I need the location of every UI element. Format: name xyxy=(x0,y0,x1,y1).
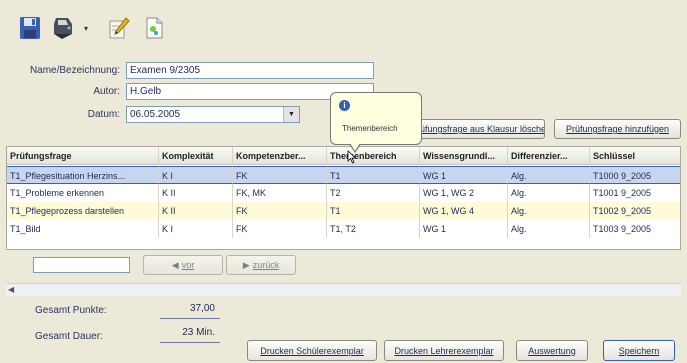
divider xyxy=(160,342,220,343)
evaluation-button[interactable]: Auswertung xyxy=(516,340,588,361)
divider xyxy=(160,318,220,319)
tooltip-text: Themenbereich xyxy=(342,124,398,133)
table-cell: FK, MK xyxy=(233,184,327,202)
table-cell: T1_Pflegesituation Herzins... xyxy=(7,166,159,184)
table-row[interactable]: T1_Bild K I FK T1, T2 WG 1 Alg. T1003 9_… xyxy=(7,220,680,238)
table-cell: Alg. xyxy=(508,166,590,184)
remove-question-button[interactable]: Prüfungsfrage aus Klausur löschen xyxy=(417,119,545,139)
table-cell: T1 xyxy=(327,166,420,184)
table-cell: WG 1, WG 4 xyxy=(420,202,508,220)
edit-icon xyxy=(109,17,130,39)
table-cell: T1, T2 xyxy=(327,220,420,238)
table-row[interactable]: T1_Pflegesituation Herzins... K I FK T1 … xyxy=(7,166,680,184)
name-field[interactable]: Examen 9/2305 xyxy=(126,62,374,79)
table-cell: K I xyxy=(159,166,233,184)
back-button[interactable]: ▶ zurück xyxy=(226,255,296,275)
table-cell: Alg. xyxy=(508,220,590,238)
table-cell: T1 xyxy=(327,202,420,220)
date-picker[interactable]: 06.05.2005 ▼ xyxy=(126,106,300,123)
column-header[interactable]: Prüfungsfrage xyxy=(7,147,159,165)
total-points-label: Gesamt Punkte: xyxy=(35,305,107,316)
table-row[interactable]: T1_Pflegeprozess darstellen K II FK T1 W… xyxy=(7,202,680,220)
total-duration-value: 23 Min. xyxy=(182,327,215,338)
table-cell: WG 1 xyxy=(420,220,508,238)
table-cell: K I xyxy=(159,220,233,238)
column-header[interactable]: Themenbereich xyxy=(327,147,420,165)
table-cell: T1000 9_2005 xyxy=(590,166,680,184)
table-cell: T1_Probleme erkennen xyxy=(7,184,159,202)
column-tooltip: i Themenbereich xyxy=(330,92,422,153)
save-icon xyxy=(20,17,40,39)
table-cell: T2 xyxy=(327,184,420,202)
table-cell: FK xyxy=(233,166,327,184)
horizontal-scrollbar[interactable]: ◀ xyxy=(6,283,681,296)
table-row[interactable]: T1_Probleme erkennen K II FK, MK T2 WG 1… xyxy=(7,184,680,202)
save-button[interactable] xyxy=(17,14,43,42)
date-value: 06.05.2005 xyxy=(130,109,181,120)
questions-grid[interactable]: Prüfungsfrage Komplexität Kompetenzber..… xyxy=(6,146,681,250)
print-icon xyxy=(54,18,72,39)
mouse-pointer-icon xyxy=(347,150,357,164)
table-cell: K II xyxy=(159,184,233,202)
forward-icon: ◀ xyxy=(171,259,179,270)
print-student-button[interactable]: Drucken Schülerexemplar xyxy=(247,340,377,361)
column-header[interactable]: Kompetenzber... xyxy=(233,147,327,165)
back-icon: ▶ xyxy=(242,259,250,270)
date-dropdown-button[interactable]: ▼ xyxy=(283,107,299,122)
column-header[interactable]: Komplexität xyxy=(159,147,233,165)
new-document-button[interactable] xyxy=(142,14,166,42)
page-input[interactable] xyxy=(33,257,130,273)
table-cell: Alg. xyxy=(508,184,590,202)
table-cell: T1_Bild xyxy=(7,220,159,238)
table-cell: FK xyxy=(233,202,327,220)
table-cell: WG 1, WG 2 xyxy=(420,184,508,202)
print-dropdown[interactable]: ▾ xyxy=(80,14,92,42)
chevron-down-icon: ▾ xyxy=(83,23,88,33)
save-button[interactable]: Speichern xyxy=(603,340,675,361)
table-cell: T1002 9_2005 xyxy=(590,202,680,220)
total-duration-label: Gesamt Dauer: xyxy=(35,331,103,342)
table-cell: T1_Pflegeprozess darstellen xyxy=(7,202,159,220)
grid-header: Prüfungsfrage Komplexität Kompetenzber..… xyxy=(7,147,680,165)
table-cell: T1001 9_2005 xyxy=(590,184,680,202)
date-label: Datum: xyxy=(87,109,120,120)
forward-button[interactable]: ◀ vor xyxy=(143,255,223,275)
info-icon: i xyxy=(339,100,350,111)
print-teacher-button[interactable]: Drucken Lehrerexemplar xyxy=(384,340,504,361)
add-question-button[interactable]: Prüfungsfrage hinzufügen xyxy=(554,119,681,139)
column-header[interactable]: Schlüssel xyxy=(590,147,680,165)
edit-button[interactable] xyxy=(106,14,132,42)
author-label: Autor: xyxy=(93,86,120,97)
chevron-down-icon: ▼ xyxy=(288,110,295,118)
table-cell: Alg. xyxy=(508,202,590,220)
table-cell: K II xyxy=(159,202,233,220)
table-cell: T1003 9_2005 xyxy=(590,220,680,238)
new-document-icon xyxy=(146,17,163,39)
column-header[interactable]: Wissensgrundl... xyxy=(420,147,508,165)
column-header[interactable]: Differenzier... xyxy=(508,147,590,165)
table-cell: WG 1 xyxy=(420,166,508,184)
name-label: Name/Bezeichnung: xyxy=(29,65,120,76)
print-button[interactable] xyxy=(48,14,78,42)
total-points-value: 37,00 xyxy=(189,303,215,314)
table-cell: FK xyxy=(233,220,327,238)
scroll-left-icon[interactable]: ◀ xyxy=(8,285,14,294)
